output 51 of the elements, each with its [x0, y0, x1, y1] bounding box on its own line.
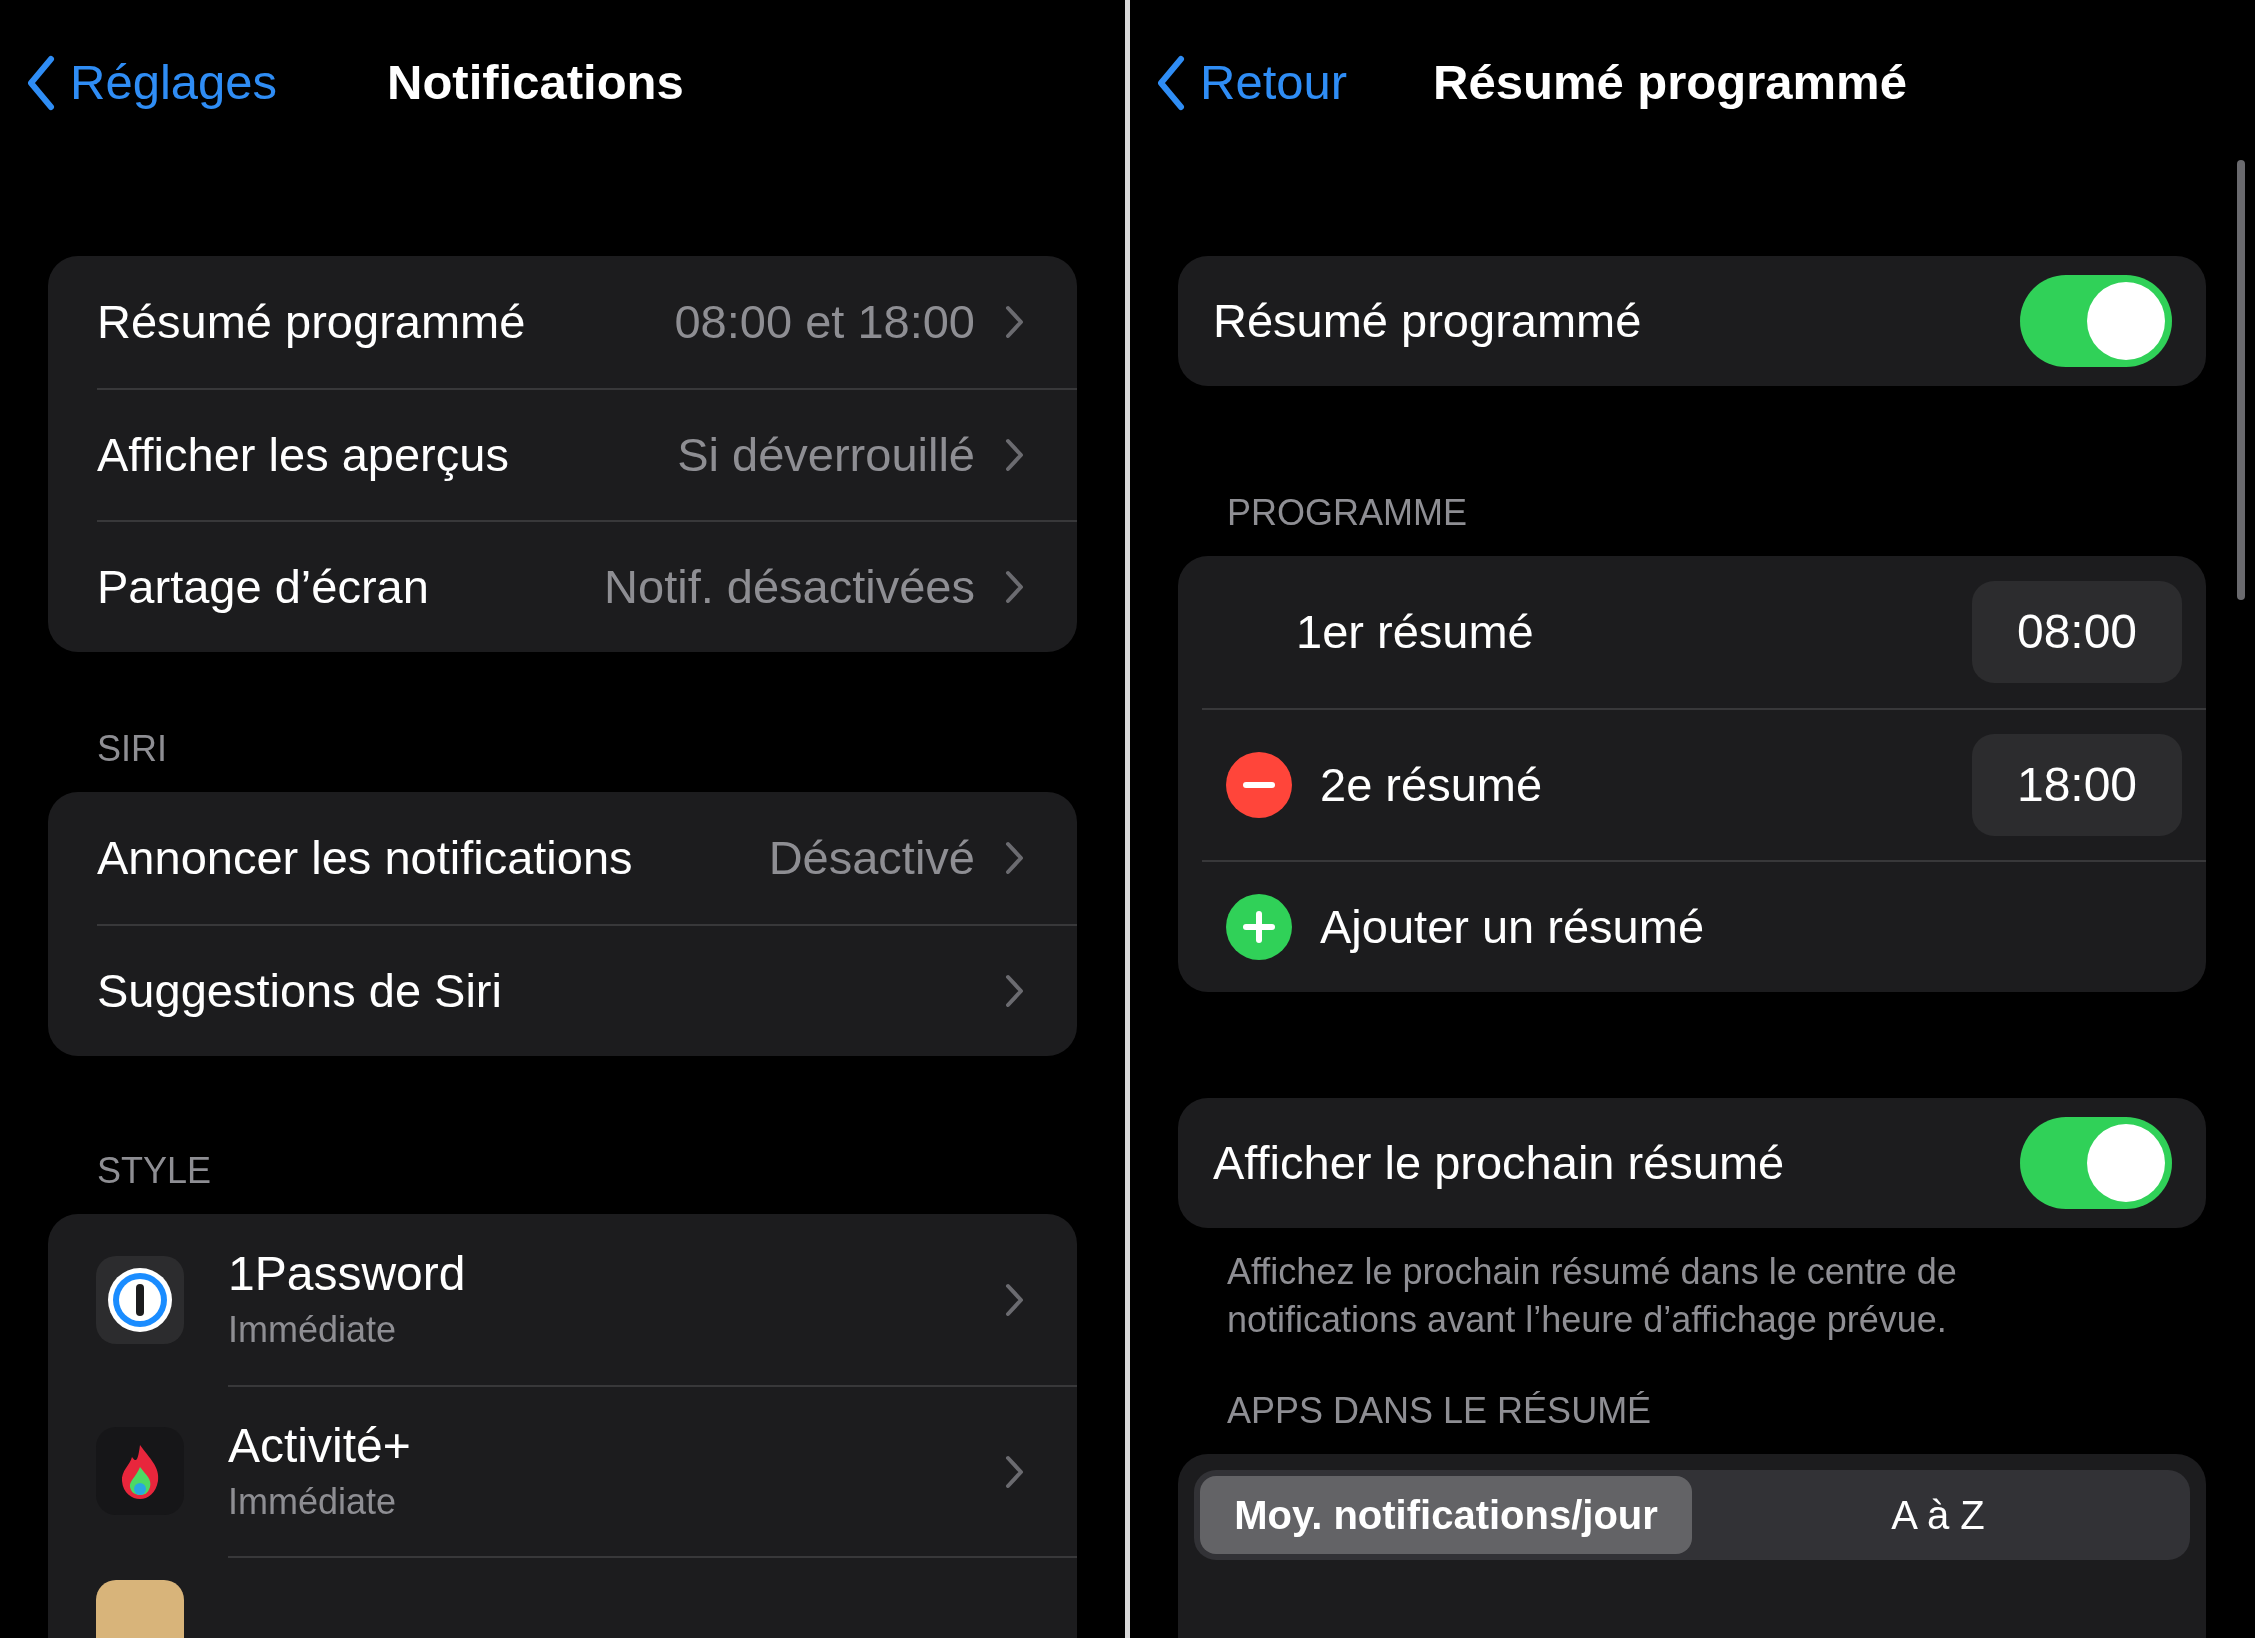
chevron-right-icon: [1005, 1282, 1025, 1317]
segment-tab[interactable]: A à Z: [1692, 1476, 2184, 1554]
settings-row[interactable]: Annoncer les notifications Désactivé: [48, 792, 1077, 924]
back-button[interactable]: Retour: [1156, 46, 1348, 120]
app-row[interactable]: Activité+ Immédiate: [48, 1385, 1077, 1556]
chevron-right-icon: [1005, 1454, 1025, 1489]
segment-tab[interactable]: Moy. notifications/jour: [1200, 1476, 1692, 1554]
chevron-right-icon: [1005, 570, 1025, 604]
app-subtitle: Immédiate: [228, 1307, 398, 1352]
time-picker[interactable]: 08:00: [1972, 581, 2182, 683]
row-label: Résumé programmé: [1213, 292, 1643, 349]
time-picker[interactable]: 18:00: [1972, 734, 2182, 836]
row-label: 2e résumé: [1320, 756, 1544, 813]
chevron-right-icon: [1005, 305, 1025, 339]
chevron-right-icon: [1005, 438, 1025, 472]
remove-icon[interactable]: [1226, 752, 1292, 818]
page-title: Notifications: [387, 54, 684, 112]
row-label: Afficher les aperçus: [97, 426, 510, 483]
settings-row[interactable]: Partage d’écran Notif. désactivées: [48, 520, 1077, 652]
back-button[interactable]: Réglages: [26, 46, 278, 120]
row-value: Désactivé: [768, 829, 975, 886]
settings-row[interactable]: Résumé programmé 08:00 et 18:00: [48, 256, 1077, 388]
row-value: Si déverrouillé: [677, 426, 975, 483]
row-label: Suggestions de Siri: [97, 962, 503, 1019]
page-title: Résumé programmé: [1433, 54, 1907, 112]
keyhole-app-icon: [96, 1255, 184, 1344]
row-value: 08:00 et 18:00: [674, 293, 975, 350]
row-label: Partage d’écran: [97, 558, 430, 615]
app-name: 1Password: [228, 1245, 467, 1302]
app-row[interactable]: 1Password Immédiate: [48, 1214, 1077, 1385]
row-label: 1er résumé: [1296, 603, 1535, 660]
row-label: Résumé programmé: [97, 293, 527, 350]
settings-row[interactable]: Suggestions de Siri: [48, 924, 1077, 1056]
back-chevron-icon: [1156, 55, 1186, 111]
chevron-right-icon: [1005, 841, 1025, 875]
flame-app-icon: [96, 1426, 184, 1515]
row-label: Annoncer les notifications: [97, 829, 634, 886]
settings-row[interactable]: Afficher les aperçus Si déverrouillé: [48, 388, 1077, 520]
footer-note: Affichez le prochain résumé dans le centre de notifications avant l’heure d’affichage prévue.: [1226, 1250, 1958, 1342]
section-header: APPS DANS LE RÉSUMÉ: [1226, 1389, 1653, 1433]
section-header: PROGRAMME: [1226, 491, 1468, 535]
app-subtitle: Immédiate: [228, 1479, 398, 1524]
row-label: Afficher le prochain résumé: [1213, 1134, 1786, 1191]
chevron-right-icon: [1005, 974, 1025, 1008]
app-name: Activité+: [228, 1417, 412, 1474]
section-header: SIRI: [96, 727, 168, 771]
row-label[interactable]: Ajouter un résumé: [1320, 891, 2182, 963]
section-header: STYLE: [96, 1149, 213, 1193]
row-value: Notif. désactivées: [604, 558, 975, 615]
back-chevron-icon: [26, 55, 56, 111]
add-icon[interactable]: [1226, 894, 1292, 960]
